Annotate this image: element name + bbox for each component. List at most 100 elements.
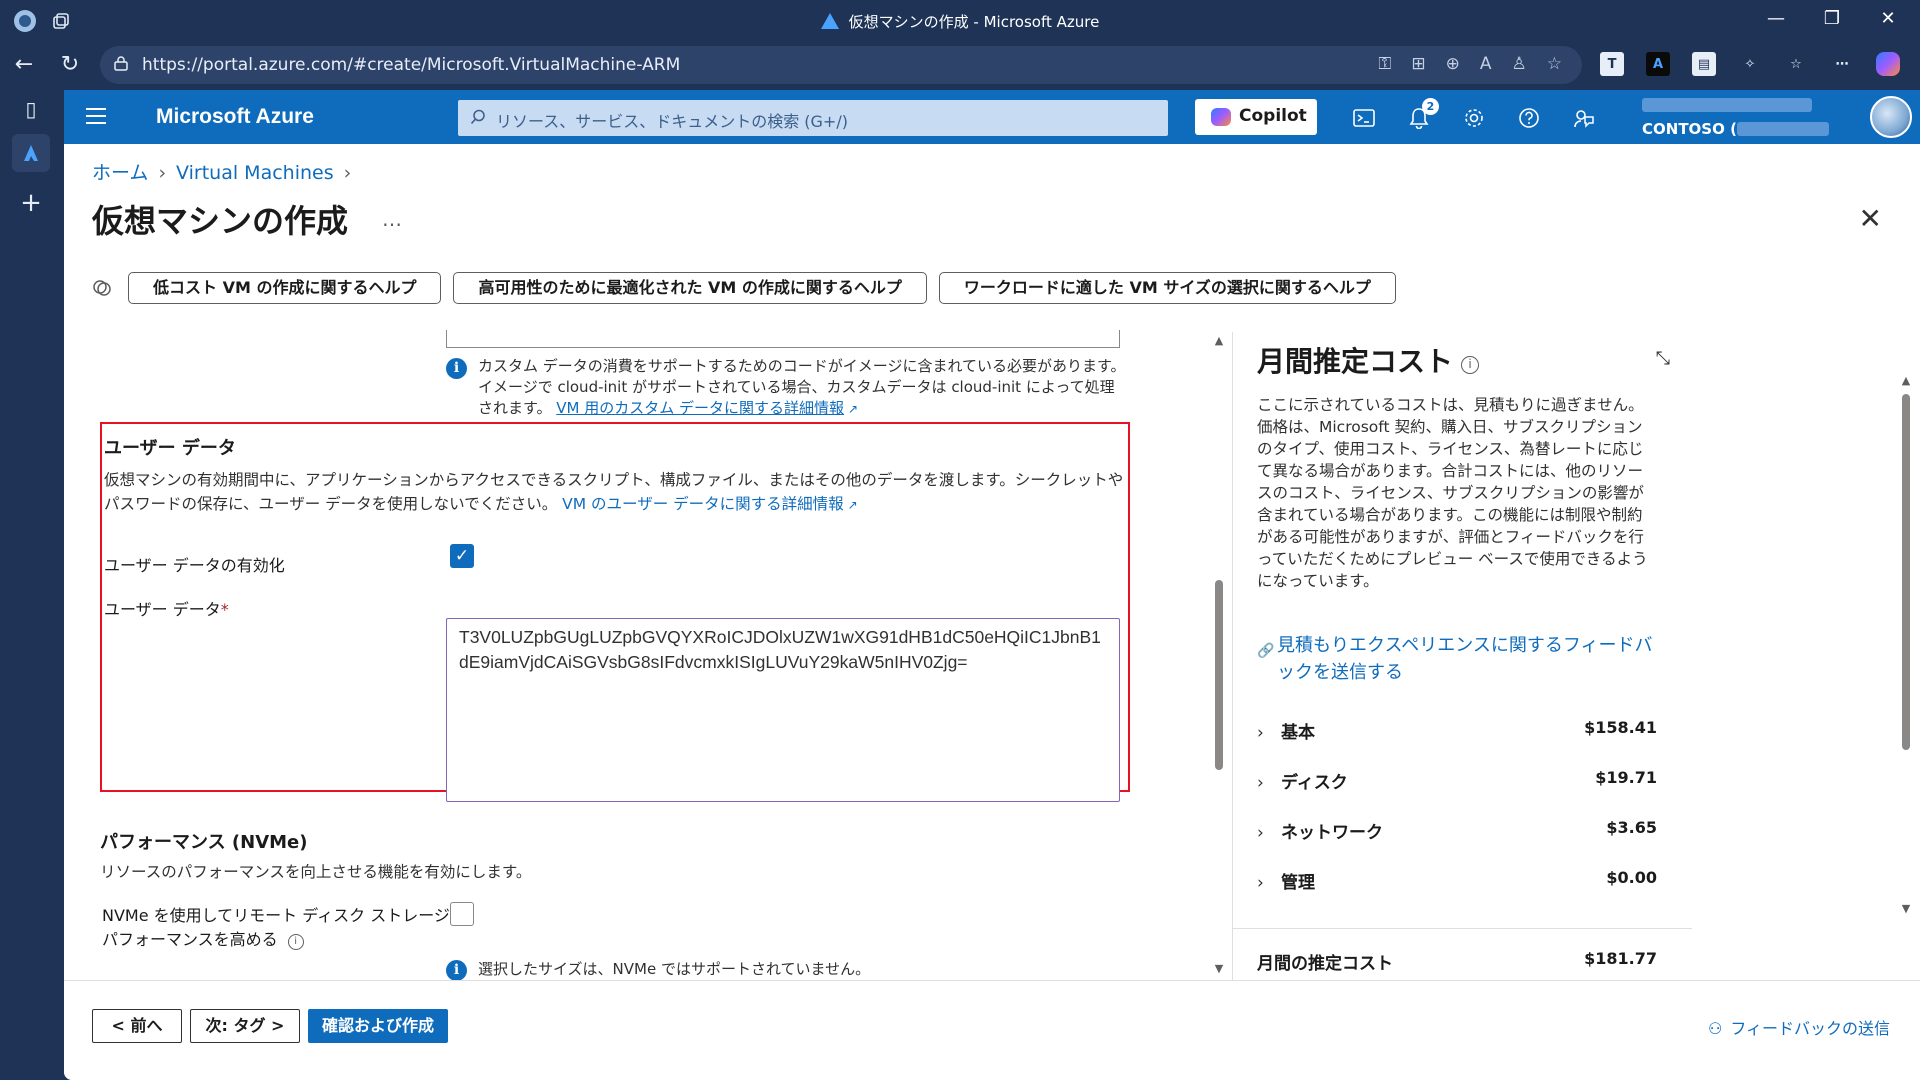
copilot-sidebar-icon[interactable]	[1876, 52, 1900, 76]
vertical-tab-strip: ▯ +	[0, 90, 62, 1080]
nvme-label-line2: パフォーマンスを高める	[102, 930, 278, 949]
user-data-field-label: ユーザー データ*	[104, 600, 229, 619]
scroll-up-arrow-icon[interactable]: ▲	[1900, 374, 1912, 387]
chevron-right-icon: ›	[1257, 873, 1264, 893]
notification-badge: 2	[1422, 98, 1439, 115]
more-menu-icon[interactable]: ⋯	[1830, 52, 1854, 76]
feedback-person-icon: ⚇	[1707, 1019, 1723, 1038]
previous-button[interactable]: < 前へ	[92, 1009, 182, 1043]
back-button[interactable]: ←	[8, 52, 40, 77]
scrollbar-thumb[interactable]	[1215, 580, 1223, 770]
nvme-checkbox[interactable]	[450, 902, 474, 926]
custom-data-learn-more-link[interactable]: VM 用のカスタム データに関する詳細情報	[556, 399, 844, 417]
monthly-total-row: 月間の推定コスト $181.77	[1233, 928, 1692, 974]
custom-data-info: i カスタム データの消費をサポートするためのコードがイメージに含まれている必要…	[446, 356, 1126, 420]
estimate-feedback-link[interactable]: 🔗 見積もりエクスペリエンスに関するフィードバックを送信する	[1257, 632, 1657, 686]
custom-data-textarea-bottom[interactable]	[446, 330, 1120, 348]
hamburger-menu-icon[interactable]	[86, 108, 106, 124]
close-window-button[interactable]: ✕	[1868, 8, 1908, 29]
extension-image-icon[interactable]: ▤	[1692, 52, 1716, 76]
page-title: 仮想マシンの作成…	[92, 202, 403, 240]
extension-azure-icon[interactable]: A	[1646, 52, 1670, 76]
breadcrumb-home[interactable]: ホーム	[92, 162, 148, 184]
breadcrumb-virtual-machines[interactable]: Virtual Machines	[176, 162, 334, 184]
cloud-shell-icon[interactable]	[1346, 100, 1382, 136]
url-field[interactable]: https://portal.azure.com/#create/Microso…	[100, 46, 1582, 84]
help-high-availability-vm-button[interactable]: 高可用性のために最適化された VM の作成に関するヘルプ	[453, 272, 927, 304]
cost-panel-description: ここに示されているコストは、見積もりに過ぎません。価格は、Microsoft 契…	[1257, 396, 1648, 590]
global-search-input[interactable]: リソース、サービス、ドキュメントの検索 (G+/)	[458, 100, 1168, 136]
cost-estimate-panel: 月間推定コスト i ⤡ ここに示されているコストは、見積もりに過ぎません。価格は、…	[1232, 332, 1692, 992]
scroll-down-arrow-icon[interactable]: ▼	[1213, 962, 1225, 975]
chevron-right-icon: ›	[1257, 723, 1264, 743]
close-blade-icon[interactable]: ✕	[1859, 202, 1882, 235]
feedback-person-icon[interactable]	[1566, 100, 1602, 136]
enable-user-data-label: ユーザー データの有効化	[104, 556, 285, 575]
azure-top-nav: Microsoft Azure リソース、サービス、ドキュメントの検索 (G+/…	[64, 90, 1920, 144]
favorite-star-icon[interactable]: ☆	[1547, 54, 1562, 74]
cost-row-management[interactable]: › 管理 $0.00	[1257, 868, 1657, 893]
external-link-icon: ↗	[848, 402, 859, 416]
scrollbar-thumb[interactable]	[1902, 394, 1910, 750]
read-aloud-icon[interactable]: A	[1480, 54, 1492, 74]
nvme-unsupported-info: i 選択したサイズは、NVMe ではサポートされていません。	[446, 958, 870, 980]
cost-panel-scrollbar[interactable]: ▲ ▼	[1900, 374, 1912, 915]
extensions-puzzle-icon[interactable]: ✧	[1738, 52, 1762, 76]
url-text: https://portal.azure.com/#create/Microso…	[142, 55, 681, 75]
performance-description: リソースのパフォーマンスを向上させる機能を有効にします。	[100, 863, 532, 881]
nvme-label: NVMe を使用してリモート ディスク ストレージ パフォーマンスを高める i	[102, 904, 450, 952]
key-icon[interactable]: ⚿	[1378, 54, 1391, 74]
zoom-icon[interactable]: ⊕	[1446, 54, 1460, 74]
blade-footer: < 前へ 次: タグ > 確認および作成 ⚇ フィードバックの送信	[64, 980, 1920, 1080]
user-data-description: 仮想マシンの有効期間中に、アプリケーションからアクセスできるスクリプト、構成ファ…	[104, 471, 1124, 513]
collapse-panel-icon[interactable]: ⤡	[1656, 348, 1670, 369]
cost-row-network[interactable]: › ネットワーク $3.65	[1257, 818, 1657, 843]
breadcrumb: ホーム › Virtual Machines ›	[92, 158, 361, 185]
avatar[interactable]	[1870, 96, 1912, 138]
info-icon[interactable]: i	[287, 934, 304, 950]
scroll-up-arrow-icon[interactable]: ▲	[1213, 334, 1225, 347]
azure-brand[interactable]: Microsoft Azure	[156, 105, 314, 129]
send-feedback-link[interactable]: ⚇ フィードバックの送信	[1708, 1015, 1890, 1039]
cost-row-disk[interactable]: › ディスク $19.71	[1257, 768, 1657, 793]
breadcrumb-chevron-icon: ›	[343, 162, 352, 184]
user-data-textarea[interactable]: T3V0LUZpbGUgLUZpbGVQYXRoICJDOlxUZW1wXG91…	[446, 618, 1120, 802]
account-icon[interactable]: ♙	[1512, 54, 1527, 74]
notifications-bell-icon[interactable]: 2	[1401, 98, 1439, 136]
form-scrollbar[interactable]: ▲ ▼	[1213, 334, 1225, 975]
breadcrumb-chevron-icon: ›	[158, 162, 167, 184]
help-buttons-row: 低コスト VM の作成に関するヘルプ 高可用性のために最適化された VM の作成…	[92, 272, 1408, 304]
next-tags-button[interactable]: 次: タグ >	[190, 1009, 300, 1043]
refresh-button[interactable]: ↻	[54, 52, 86, 77]
user-data-learn-more-link[interactable]: VM のユーザー データに関する詳細情報	[562, 495, 844, 513]
chevron-right-icon: ›	[1257, 823, 1264, 843]
cost-row-basic[interactable]: › 基本 $158.41	[1257, 718, 1657, 743]
azure-logo-icon	[820, 13, 839, 29]
extension-t-icon[interactable]: T	[1600, 52, 1624, 76]
enable-user-data-checkbox[interactable]: ✓	[450, 544, 474, 568]
settings-gear-icon[interactable]	[1456, 100, 1492, 136]
info-icon: i	[446, 960, 467, 980]
minimize-button[interactable]: —	[1756, 8, 1796, 29]
help-question-icon[interactable]	[1511, 100, 1547, 136]
window-title: 仮想マシンの作成 - Microsoft Azure	[0, 11, 1920, 32]
search-icon	[470, 109, 485, 125]
form-scroll-area[interactable]: i カスタム データの消費をサポートするためのコードがイメージに含まれている必要…	[92, 330, 1212, 980]
new-tab-icon[interactable]: +	[12, 184, 50, 222]
help-low-cost-vm-button[interactable]: 低コスト VM の作成に関するヘルプ	[128, 272, 442, 304]
performance-nvme-heading: パフォーマンス (NVMe)	[100, 832, 308, 853]
help-vm-size-button[interactable]: ワークロードに適した VM サイズの選択に関するヘルプ	[938, 272, 1396, 304]
azure-tab-icon[interactable]	[12, 134, 50, 172]
favorites-icon[interactable]: ☆	[1784, 52, 1808, 76]
scroll-down-arrow-icon[interactable]: ▼	[1900, 902, 1912, 915]
account-info[interactable]: CONTOSO (	[1642, 94, 1832, 138]
tab-actions-icon[interactable]: ▯	[12, 90, 50, 128]
maximize-button[interactable]: ❐	[1812, 8, 1852, 29]
chevron-right-icon: ›	[1257, 773, 1264, 793]
apps-icon[interactable]: ⊞	[1411, 54, 1425, 74]
copilot-button[interactable]: Copilot	[1195, 99, 1317, 135]
review-create-button[interactable]: 確認および作成	[308, 1009, 448, 1043]
info-icon[interactable]: i	[1461, 356, 1480, 374]
more-options-button[interactable]: …	[382, 207, 402, 231]
create-vm-blade: ホーム › Virtual Machines › 仮想マシンの作成… ✕ 低コスト V…	[64, 144, 1920, 1080]
